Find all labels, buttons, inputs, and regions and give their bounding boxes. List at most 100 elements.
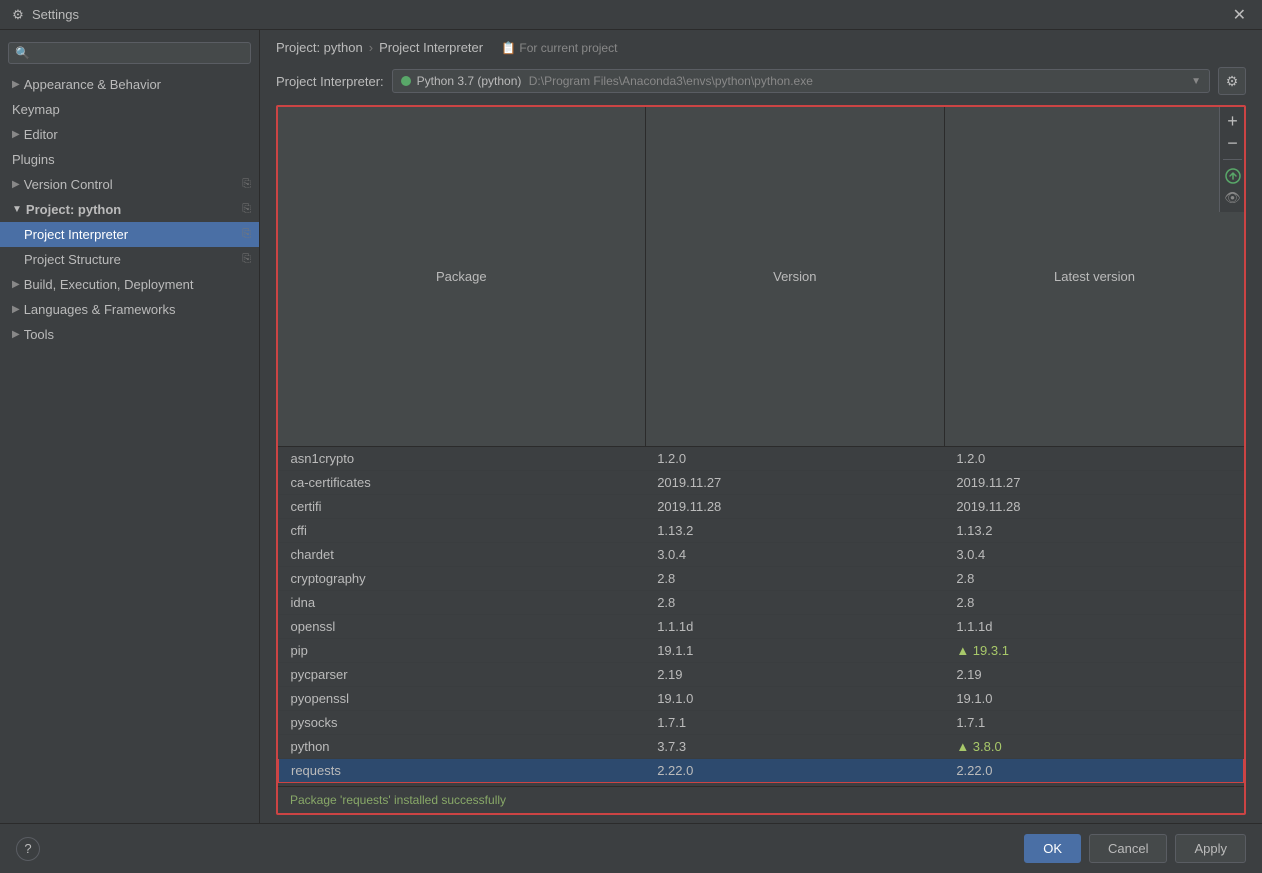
package-latest: 1.7.1 bbox=[944, 710, 1243, 734]
package-latest: 2.19 bbox=[944, 662, 1243, 686]
table-row[interactable]: openssl1.1.1d1.1.1d bbox=[279, 614, 1244, 638]
package-latest: ▲ 3.8.0 bbox=[944, 734, 1243, 758]
sidebar-item-project-structure[interactable]: Project Structure ⎘ bbox=[0, 247, 259, 272]
package-version: 1.13.2 bbox=[645, 518, 944, 542]
sidebar-item-keymap[interactable]: Keymap bbox=[0, 97, 259, 122]
search-input[interactable] bbox=[34, 46, 244, 60]
sidebar-item-label: Project: python bbox=[26, 202, 121, 217]
arrow-icon: ▶ bbox=[12, 279, 20, 290]
copy-icon: ⎘ bbox=[242, 253, 251, 266]
sidebar-item-plugins[interactable]: Plugins bbox=[0, 147, 259, 172]
package-name: idna bbox=[279, 590, 646, 614]
col-latest: Latest version bbox=[945, 107, 1244, 446]
copy-icon: ⎘ bbox=[242, 178, 251, 191]
arrow-icon: ▶ bbox=[12, 329, 20, 340]
table-row[interactable]: python3.7.3▲ 3.8.0 bbox=[279, 734, 1244, 758]
table-scroll[interactable]: asn1crypto1.2.01.2.0ca-certificates2019.… bbox=[278, 447, 1244, 786]
breadcrumb-separator: › bbox=[369, 40, 373, 55]
copy-icon: ⎘ bbox=[242, 228, 251, 241]
arrow-open-icon: ▼ bbox=[12, 204, 22, 215]
sidebar-item-project-python[interactable]: ▼ Project: python ⎘ bbox=[0, 197, 259, 222]
ok-button[interactable]: OK bbox=[1024, 834, 1081, 863]
sidebar-item-label: Project Interpreter bbox=[24, 227, 128, 242]
table-row[interactable]: pysocks1.7.11.7.1 bbox=[279, 710, 1244, 734]
table-row[interactable]: requests2.22.02.22.0 bbox=[279, 758, 1244, 782]
sidebar-item-appearance[interactable]: ▶ Appearance & Behavior bbox=[0, 72, 259, 97]
title-bar-left: ⚙ Settings bbox=[10, 7, 79, 23]
arrow-icon: ▶ bbox=[12, 129, 20, 140]
package-name: cryptography bbox=[279, 566, 646, 590]
package-version: 1.7.1 bbox=[645, 710, 944, 734]
cancel-button[interactable]: Cancel bbox=[1089, 834, 1167, 863]
interpreter-select-dropdown[interactable]: Python 3.7 (python) D:\Program Files\Ana… bbox=[392, 69, 1210, 93]
table-row[interactable]: idna2.82.8 bbox=[279, 590, 1244, 614]
sidebar-item-languages[interactable]: ▶ Languages & Frameworks bbox=[0, 297, 259, 322]
package-latest: ▲ 19.3.1 bbox=[944, 638, 1243, 662]
table-row[interactable]: cryptography2.82.8 bbox=[279, 566, 1244, 590]
table-row[interactable]: setuptools41.0.1▲ 42.0.2 bbox=[279, 782, 1244, 786]
gear-button[interactable]: ⚙ bbox=[1218, 67, 1246, 95]
table-row[interactable]: chardet3.0.43.0.4 bbox=[279, 542, 1244, 566]
interpreter-row: Project Interpreter: Python 3.7 (python)… bbox=[260, 63, 1262, 105]
package-latest: 2.8 bbox=[944, 590, 1243, 614]
close-button[interactable]: ✕ bbox=[1227, 3, 1252, 27]
side-buttons: + − 👁 bbox=[1219, 107, 1244, 212]
sidebar-item-label: Appearance & Behavior bbox=[24, 77, 161, 92]
table-row[interactable]: certifi2019.11.282019.11.28 bbox=[279, 494, 1244, 518]
main-container: 🔍 ▶ Appearance & Behavior Keymap ▶ Edito… bbox=[0, 30, 1262, 823]
col-package: Package bbox=[278, 107, 645, 446]
table-row[interactable]: asn1crypto1.2.01.2.0 bbox=[279, 447, 1244, 471]
package-name: pip bbox=[279, 638, 646, 662]
help-button[interactable]: ? bbox=[16, 837, 40, 861]
package-latest: 19.1.0 bbox=[944, 686, 1243, 710]
package-version: 41.0.1 bbox=[645, 782, 944, 786]
package-version: 1.2.0 bbox=[645, 447, 944, 471]
package-latest: ▲ 42.0.2 bbox=[944, 782, 1243, 786]
sidebar-item-build-execution[interactable]: ▶ Build, Execution, Deployment bbox=[0, 272, 259, 297]
package-name: openssl bbox=[279, 614, 646, 638]
for-current-label: 📋 For current project bbox=[501, 41, 617, 55]
status-bar: Package 'requests' installed successfull… bbox=[278, 786, 1244, 813]
sidebar-item-label: Build, Execution, Deployment bbox=[24, 277, 194, 292]
for-current-icon: 📋 bbox=[501, 41, 516, 55]
package-latest: 2019.11.28 bbox=[944, 494, 1243, 518]
package-name: python bbox=[279, 734, 646, 758]
package-latest: 1.1.1d bbox=[944, 614, 1243, 638]
table-row[interactable]: ca-certificates2019.11.272019.11.27 bbox=[279, 470, 1244, 494]
sidebar-item-label: Version Control bbox=[24, 177, 113, 192]
eye-button[interactable]: 👁 bbox=[1223, 188, 1243, 208]
apply-button[interactable]: Apply bbox=[1175, 834, 1246, 863]
copy-icon: ⎘ bbox=[242, 203, 251, 216]
sidebar-item-project-interpreter[interactable]: Project Interpreter ⎘ bbox=[0, 222, 259, 247]
package-table: Package Version Latest version bbox=[278, 107, 1244, 447]
remove-package-button[interactable]: − bbox=[1223, 133, 1243, 153]
sidebar-item-tools[interactable]: ▶ Tools bbox=[0, 322, 259, 347]
package-table-container: Package Version Latest version bbox=[276, 105, 1246, 815]
window-title: Settings bbox=[32, 7, 79, 22]
search-box[interactable]: 🔍 bbox=[8, 42, 251, 64]
sidebar-item-label: Editor bbox=[24, 127, 58, 142]
upgrade-button[interactable] bbox=[1223, 166, 1243, 186]
package-version: 3.0.4 bbox=[645, 542, 944, 566]
table-row[interactable]: cffi1.13.21.13.2 bbox=[279, 518, 1244, 542]
arrow-icon: ▶ bbox=[12, 179, 20, 190]
sidebar-item-editor[interactable]: ▶ Editor bbox=[0, 122, 259, 147]
add-package-button[interactable]: + bbox=[1223, 111, 1243, 131]
package-latest: 1.13.2 bbox=[944, 518, 1243, 542]
sidebar-item-version-control[interactable]: ▶ Version Control ⎘ bbox=[0, 172, 259, 197]
bottom-bar: ? OK Cancel Apply bbox=[0, 823, 1262, 873]
app-icon: ⚙ bbox=[10, 7, 26, 23]
package-table-body: asn1crypto1.2.01.2.0ca-certificates2019.… bbox=[278, 447, 1244, 786]
package-latest: 2.8 bbox=[944, 566, 1243, 590]
table-row[interactable]: pyopenssl19.1.019.1.0 bbox=[279, 686, 1244, 710]
status-message: Package 'requests' installed successfull… bbox=[290, 793, 506, 807]
table-row[interactable]: pycparser2.192.19 bbox=[279, 662, 1244, 686]
package-name: requests bbox=[279, 758, 646, 782]
package-name: pycparser bbox=[279, 662, 646, 686]
package-name: pysocks bbox=[279, 710, 646, 734]
package-name: pyopenssl bbox=[279, 686, 646, 710]
search-icon: 🔍 bbox=[15, 46, 30, 60]
package-version: 2.8 bbox=[645, 566, 944, 590]
table-row[interactable]: pip19.1.1▲ 19.3.1 bbox=[279, 638, 1244, 662]
package-latest: 3.0.4 bbox=[944, 542, 1243, 566]
